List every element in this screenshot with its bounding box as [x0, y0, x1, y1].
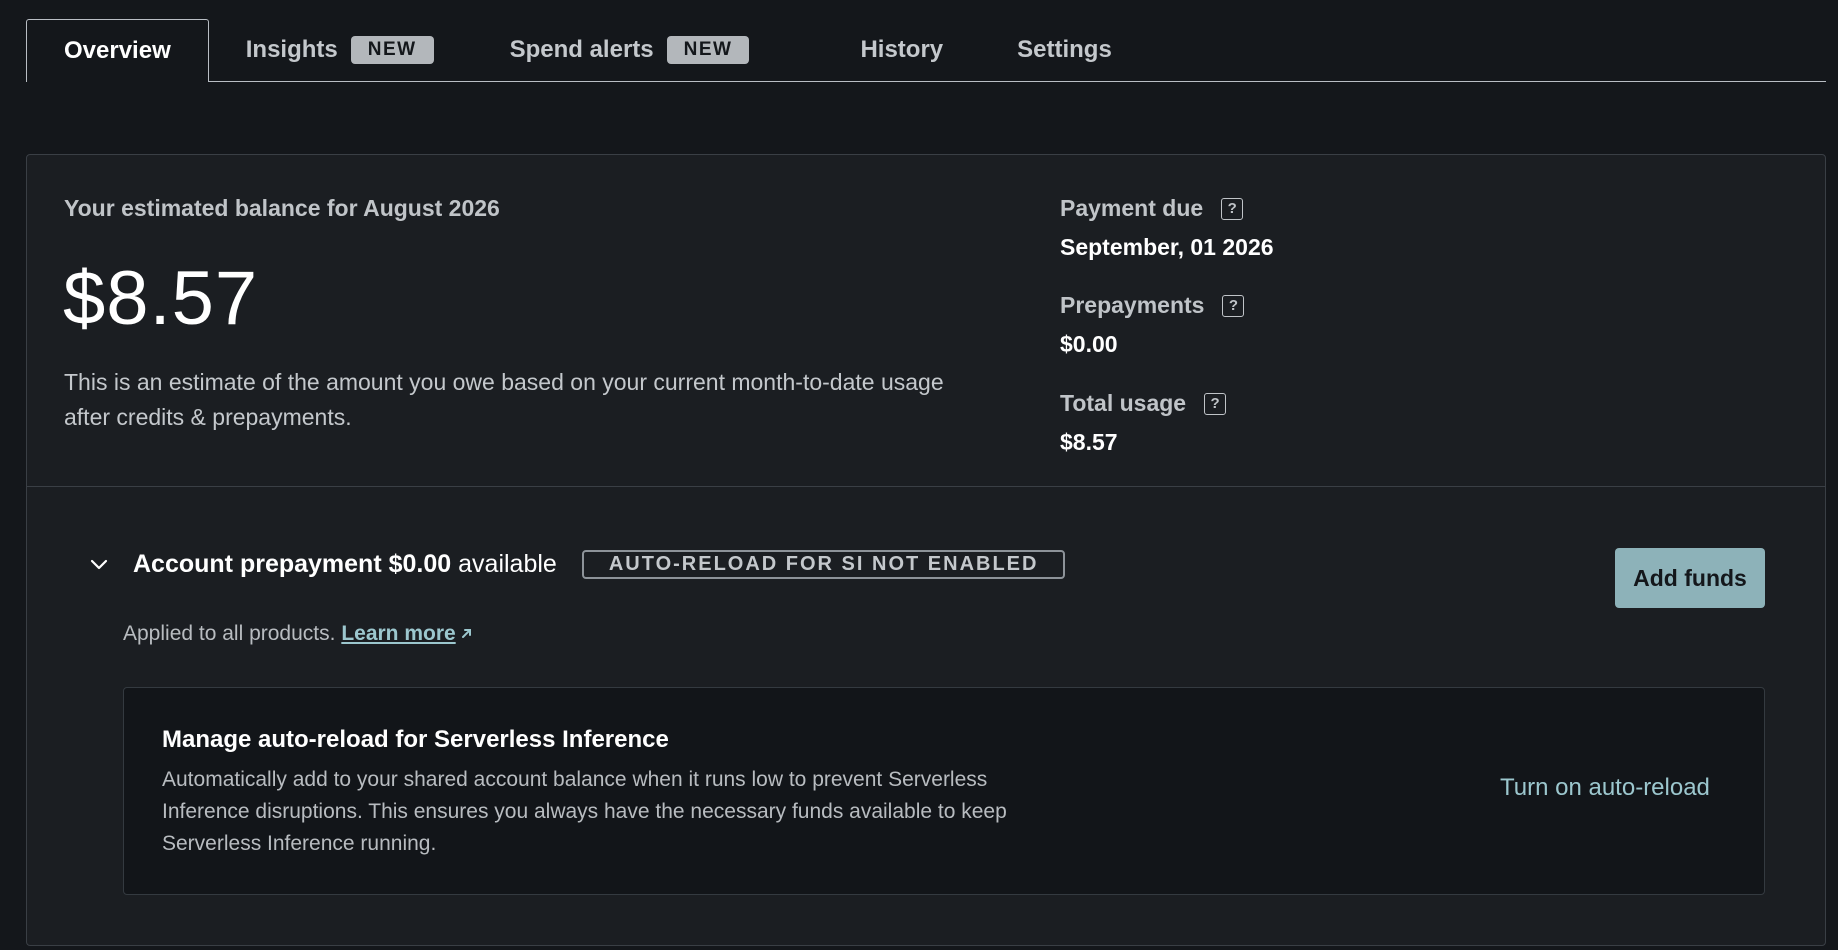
external-link-icon — [460, 622, 473, 646]
learn-more-link[interactable]: Learn more — [341, 622, 472, 645]
auto-reload-description: Automatically add to your shared account… — [162, 768, 1007, 855]
metric-value: September, 01 2026 — [1060, 234, 1274, 260]
metric-value: $8.57 — [1060, 429, 1118, 455]
chevron-down-icon[interactable] — [84, 549, 114, 579]
auto-reload-title: Manage auto-reload for Serverless Infere… — [162, 726, 669, 753]
tab-overview[interactable]: Overview — [26, 19, 209, 82]
tab-insights[interactable]: Insights NEW — [209, 19, 471, 81]
new-badge: NEW — [350, 36, 434, 64]
prepayment-title: Account prepayment $0.00 available — [133, 550, 557, 579]
turn-on-auto-reload-link[interactable]: Turn on auto-reload — [1500, 774, 1710, 802]
estimate-label: Your estimated balance for August 2026 — [64, 195, 500, 221]
metric-prepayments: Prepayments ? $0.00 — [1060, 292, 1245, 358]
estimated-balance: $8.57 — [63, 256, 259, 341]
metric-payment-due: Payment due ? September, 01 2026 — [1060, 195, 1274, 261]
help-icon[interactable]: ? — [1222, 294, 1245, 317]
tab-insights-label: Insights — [245, 36, 338, 63]
prepayment-title-prefix: Account prepayment — [133, 549, 382, 578]
prepayment-amount: $0.00 — [388, 549, 452, 578]
new-badge: NEW — [666, 36, 750, 64]
prepayment-header: Account prepayment $0.00 available AUTO-… — [84, 549, 1066, 579]
estimate-description: This is an estimate of the amount you ow… — [64, 369, 944, 430]
tab-settings-label: Settings — [1017, 36, 1112, 63]
auto-reload-panel: Manage auto-reload for Serverless Infere… — [123, 687, 1765, 895]
metric-value: $0.00 — [1060, 331, 1118, 357]
metric-label: Total usage — [1060, 390, 1187, 416]
help-icon[interactable]: ? — [1204, 392, 1227, 415]
tab-settings[interactable]: Settings — [980, 19, 1149, 81]
billing-page: Overview Insights NEW Spend alerts NEW H… — [0, 0, 1838, 950]
metric-label: Prepayments — [1060, 292, 1205, 318]
metric-total-usage: Total usage ? $8.57 — [1060, 390, 1227, 456]
balance-summary: Your estimated balance for August 2026 $… — [27, 155, 1825, 487]
tab-history[interactable]: History — [786, 19, 980, 81]
tab-spend-alerts[interactable]: Spend alerts NEW — [471, 19, 787, 81]
auto-reload-status-badge: AUTO-RELOAD FOR SI NOT ENABLED — [581, 549, 1066, 579]
applied-text: Applied to all products. — [123, 622, 336, 645]
tab-bar: Overview Insights NEW Spend alerts NEW H… — [26, 19, 1826, 82]
tab-spend-alerts-label: Spend alerts — [509, 36, 654, 63]
add-funds-button[interactable]: Add funds — [1615, 548, 1765, 608]
help-icon[interactable]: ? — [1221, 197, 1244, 220]
prepayment-title-suffix: available — [458, 549, 557, 578]
tab-history-label: History — [860, 36, 944, 63]
learn-more-label: Learn more — [341, 622, 456, 645]
applied-note: Applied to all products. Learn more — [123, 622, 473, 646]
metric-label: Payment due — [1060, 195, 1204, 221]
tab-overview-label: Overview — [64, 37, 171, 64]
